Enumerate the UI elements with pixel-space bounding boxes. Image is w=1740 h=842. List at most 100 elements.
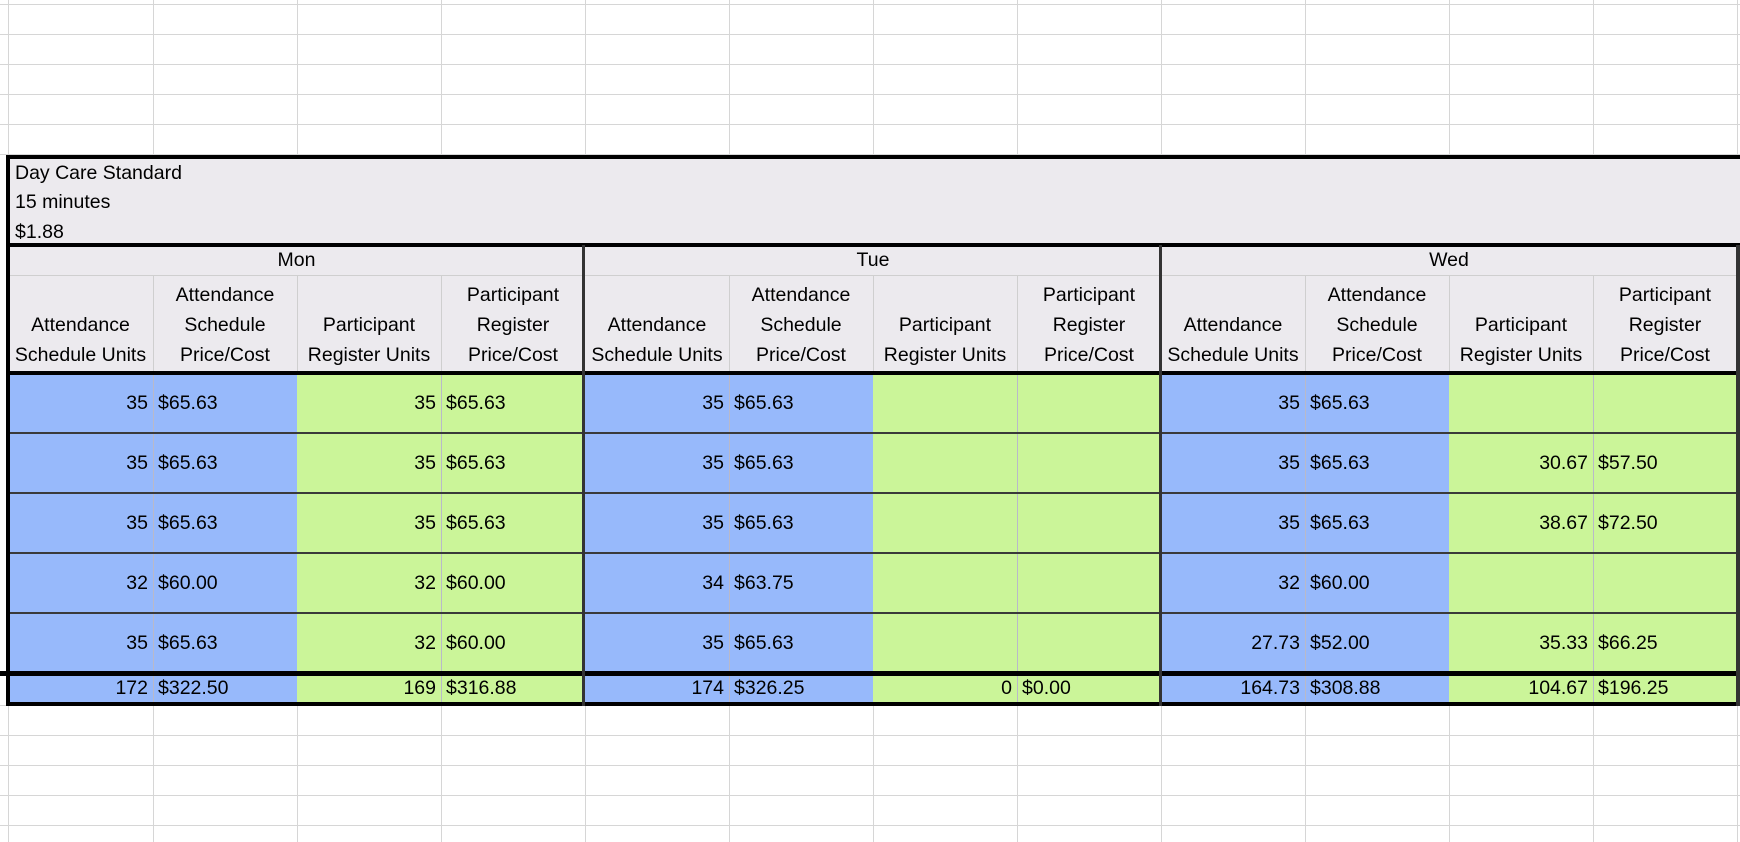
data-cell[interactable]: 35 <box>8 433 153 493</box>
data-cell[interactable] <box>873 613 1017 673</box>
total-cell[interactable]: 172 <box>8 673 153 704</box>
data-cell[interactable]: 35 <box>585 373 729 433</box>
total-cell[interactable]: $316.88 <box>441 673 585 704</box>
total-cell[interactable]: $322.50 <box>153 673 297 704</box>
data-cell[interactable]: 35 <box>585 433 729 493</box>
data-cell[interactable] <box>1017 373 1161 433</box>
data-cell[interactable]: $65.63 <box>729 433 873 493</box>
data-cell[interactable]: 35 <box>297 373 441 433</box>
total-cell[interactable]: 164.73 <box>1161 673 1305 704</box>
column-header[interactable]: Attendance Schedule Units <box>8 275 153 373</box>
data-cell[interactable]: 27.73 <box>1161 613 1305 673</box>
data-cell[interactable]: $65.63 <box>153 433 297 493</box>
data-cell[interactable] <box>1449 373 1593 433</box>
total-cell[interactable]: 104.67 <box>1449 673 1593 704</box>
header-cell-divider <box>1449 275 1450 373</box>
data-cell[interactable]: 34 <box>585 553 729 613</box>
data-cell[interactable] <box>1017 613 1161 673</box>
data-cell[interactable]: $65.63 <box>729 613 873 673</box>
data-cell[interactable] <box>1593 553 1737 613</box>
column-header-text: Register <box>1052 314 1126 336</box>
column-header-text: Price/Cost <box>180 344 270 366</box>
data-cell[interactable] <box>1017 433 1161 493</box>
data-cell[interactable] <box>1593 373 1737 433</box>
total-cell[interactable]: 169 <box>297 673 441 704</box>
total-cell[interactable]: $326.25 <box>729 673 873 704</box>
data-cell[interactable]: $72.50 <box>1593 493 1737 553</box>
data-cell[interactable]: 35 <box>1161 433 1305 493</box>
data-cell[interactable]: $60.00 <box>441 553 585 613</box>
data-cell[interactable]: 35 <box>8 493 153 553</box>
data-cell[interactable]: $65.63 <box>441 373 585 433</box>
data-cell[interactable] <box>1017 553 1161 613</box>
data-cell[interactable]: $65.63 <box>153 493 297 553</box>
data-cell[interactable]: 35 <box>297 433 441 493</box>
column-header[interactable]: Attendance Schedule Price/Cost <box>153 275 297 373</box>
data-cell[interactable]: 35 <box>1161 373 1305 433</box>
data-cell[interactable]: $66.25 <box>1593 613 1737 673</box>
total-cell[interactable]: $308.88 <box>1305 673 1449 704</box>
data-cell[interactable]: $65.63 <box>441 433 585 493</box>
data-cell[interactable]: 35 <box>1161 493 1305 553</box>
service-unit[interactable]: 15 minutes <box>10 188 610 216</box>
data-cell[interactable]: $60.00 <box>441 613 585 673</box>
data-cell[interactable]: $65.63 <box>441 493 585 553</box>
data-cell[interactable]: 30.67 <box>1449 433 1593 493</box>
data-cell[interactable]: $63.75 <box>729 553 873 613</box>
data-cell[interactable] <box>873 433 1017 493</box>
data-cell[interactable]: $65.63 <box>153 373 297 433</box>
total-cell[interactable]: 0 <box>873 673 1017 704</box>
data-cell[interactable] <box>873 373 1017 433</box>
data-cell[interactable]: 32 <box>297 613 441 673</box>
column-header[interactable]: Participant Register Units <box>297 275 441 373</box>
gridline-horizontal <box>0 825 1740 826</box>
total-cell[interactable]: 174 <box>585 673 729 704</box>
data-cell[interactable]: $60.00 <box>153 553 297 613</box>
data-cell[interactable] <box>1449 553 1593 613</box>
data-cell[interactable]: $65.63 <box>1305 433 1449 493</box>
column-header-text: Schedule <box>760 314 842 336</box>
header-cell-divider <box>873 275 874 373</box>
column-header-text: Price/Cost <box>468 344 558 366</box>
cell-divider <box>1305 373 1306 704</box>
column-header[interactable]: Participant Register Price/Cost <box>441 275 585 373</box>
data-cell[interactable]: $65.63 <box>1305 373 1449 433</box>
data-cell[interactable]: $57.50 <box>1593 433 1737 493</box>
gridline-horizontal <box>0 735 1740 736</box>
data-cell[interactable]: 32 <box>1161 553 1305 613</box>
data-cell[interactable]: 35 <box>8 613 153 673</box>
column-header[interactable]: Participant Register Price/Cost <box>1593 275 1737 373</box>
data-cell[interactable]: $60.00 <box>1305 553 1449 613</box>
column-header[interactable]: Participant Register Units <box>1449 275 1593 373</box>
column-header[interactable]: Attendance Schedule Price/Cost <box>1305 275 1449 373</box>
data-cell[interactable]: $65.63 <box>729 373 873 433</box>
data-cell[interactable]: 38.67 <box>1449 493 1593 553</box>
column-header[interactable]: Attendance Schedule Price/Cost <box>729 275 873 373</box>
data-cell[interactable]: $52.00 <box>1305 613 1449 673</box>
data-cell[interactable] <box>873 493 1017 553</box>
data-cell[interactable]: 35 <box>585 613 729 673</box>
data-cell[interactable]: 32 <box>8 553 153 613</box>
data-cell[interactable] <box>1017 493 1161 553</box>
column-header[interactable]: Participant Register Price/Cost <box>1017 275 1161 373</box>
data-cell[interactable]: $65.63 <box>729 493 873 553</box>
data-cell[interactable]: 32 <box>297 553 441 613</box>
day-label-wed[interactable]: Wed <box>1161 245 1737 275</box>
data-cell[interactable]: $65.63 <box>1305 493 1449 553</box>
total-cell[interactable]: $0.00 <box>1017 673 1161 704</box>
data-cell[interactable]: 35 <box>585 493 729 553</box>
data-cell[interactable]: 35.33 <box>1449 613 1593 673</box>
column-header[interactable]: Attendance Schedule Units <box>1161 275 1305 373</box>
data-cell[interactable] <box>873 553 1017 613</box>
day-label-tue[interactable]: Tue <box>585 245 1161 275</box>
cell-divider <box>441 373 442 704</box>
data-cell[interactable]: 35 <box>297 493 441 553</box>
data-cell[interactable]: $65.63 <box>153 613 297 673</box>
day-label-mon[interactable]: Mon <box>8 245 585 275</box>
column-header[interactable]: Attendance Schedule Units <box>585 275 729 373</box>
service-rate[interactable]: $1.88 <box>10 218 610 246</box>
service-name[interactable]: Day Care Standard <box>10 159 610 187</box>
column-header[interactable]: Participant Register Units <box>873 275 1017 373</box>
total-cell[interactable]: $196.25 <box>1593 673 1737 704</box>
data-cell[interactable]: 35 <box>8 373 153 433</box>
